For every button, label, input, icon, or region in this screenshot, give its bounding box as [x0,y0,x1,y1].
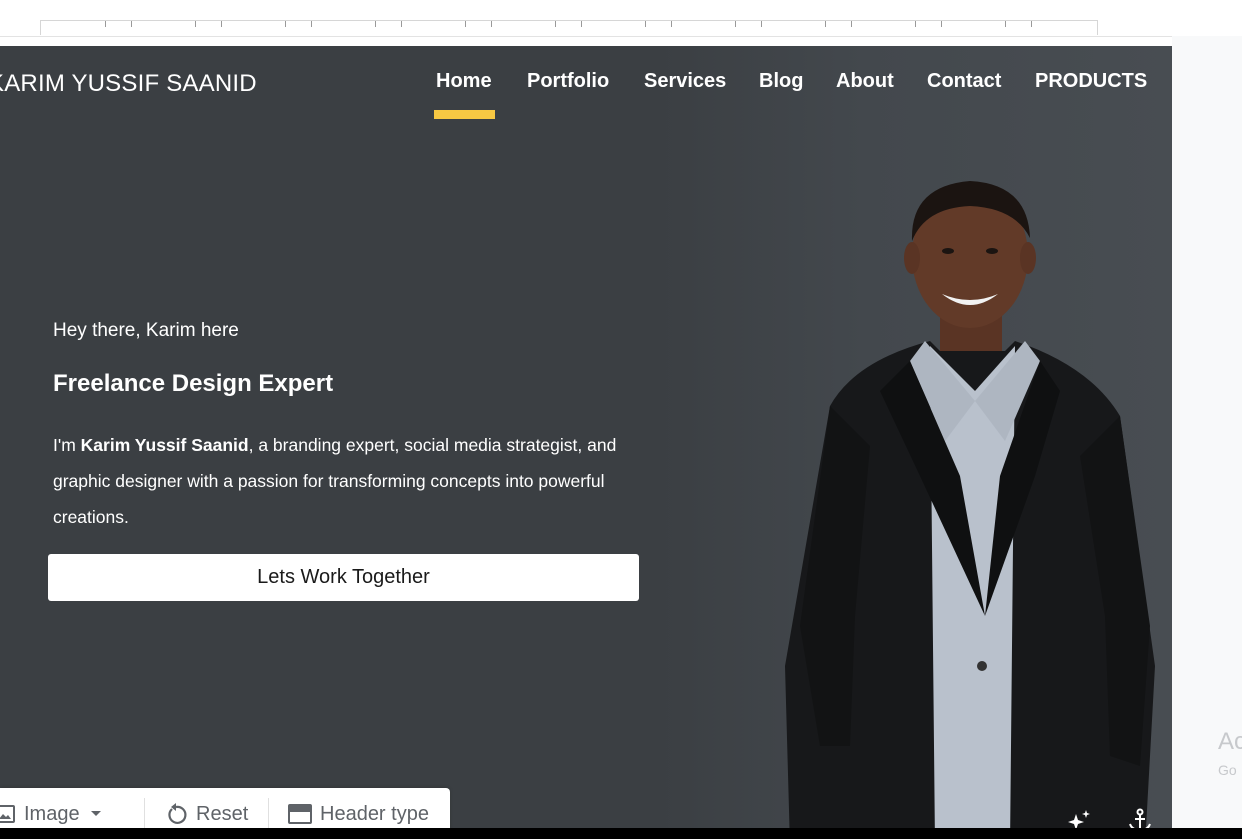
side-panel [1172,36,1242,839]
bottom-edge-bar [0,828,1242,839]
image-icon [0,805,15,823]
reset-label: Reset [196,802,249,825]
header-type-label: Header type [320,802,429,825]
bio-name: Karim Yussif Saanid [80,435,249,455]
nav-item-contact[interactable]: Contact [927,70,1001,93]
side-panel-text-small: Go [1218,762,1237,778]
image-menu-button[interactable]: Image [0,800,102,828]
image-menu-label: Image [24,802,80,825]
lets-work-together-button[interactable]: Lets Work Together [48,554,639,601]
nav-item-portfolio[interactable]: Portfolio [527,70,609,93]
side-panel-text-large: Ac [1218,728,1242,755]
hero-portrait-image [785,181,1155,839]
nav-item-about[interactable]: About [836,70,894,93]
chevron-down-icon [90,811,101,816]
hero-headline: Freelance Design Expert [53,370,334,397]
nav-item-products[interactable]: PRODUCTS [1035,70,1147,93]
hero-section[interactable]: KARIM YUSSIF SAANID Home Portfolio Servi… [0,46,1172,839]
reset-button[interactable]: Reset [164,800,248,828]
nav-item-blog[interactable]: Blog [759,70,803,93]
reset-icon [168,803,187,824]
hero-bio: I'm Karim Yussif Saanid, a branding expe… [53,427,653,535]
header-type-icon [288,804,312,824]
hero-greeting: Hey there, Karim here [53,320,239,341]
header-type-button[interactable]: Header type [288,800,429,828]
site-logo-text[interactable]: KARIM YUSSIF SAANID [0,70,257,98]
editor-ruler [0,0,1242,37]
nav-item-home[interactable]: Home [436,70,492,93]
ruler-track [40,20,1098,35]
toolbar-divider [268,798,269,828]
nav-item-services[interactable]: Services [644,70,726,93]
toolbar-divider [144,798,145,828]
active-nav-indicator [434,110,495,119]
bio-prefix: I'm [53,435,81,455]
